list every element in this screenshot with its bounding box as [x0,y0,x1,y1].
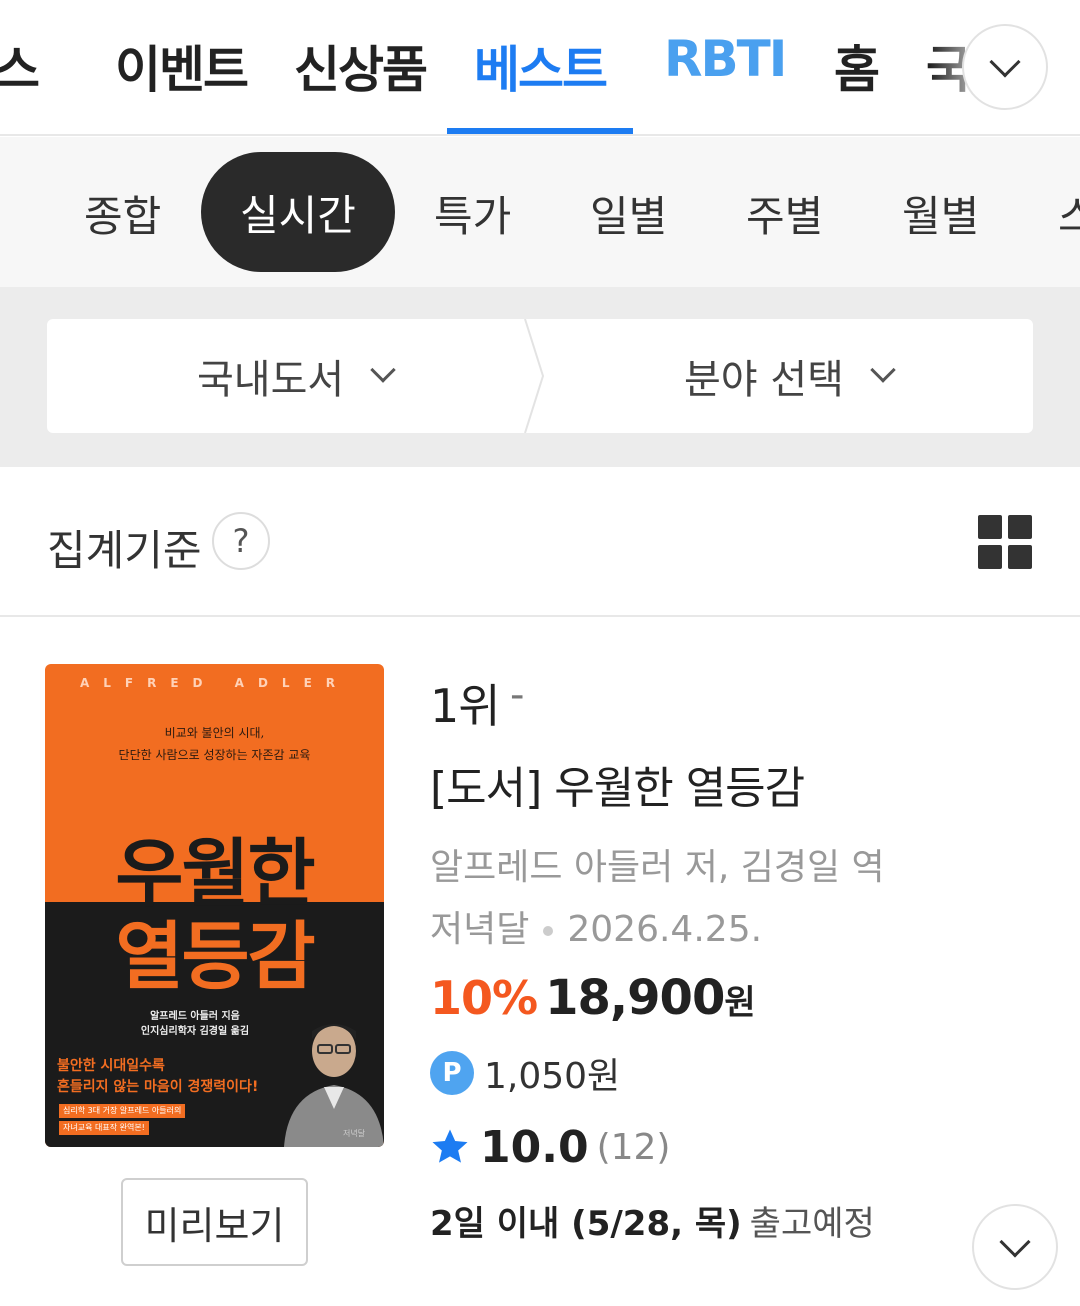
breadcrumb-divider [524,319,545,433]
price-unit: 원 [724,983,756,1023]
cover-title-line2: 열등감 [115,914,315,1000]
subtab-daily[interactable]: 일별 [590,183,667,244]
subtab-partial[interactable]: 스 [1058,183,1080,244]
publisher-name[interactable]: 저녁달 [430,909,529,950]
chevron-down-icon [370,357,396,383]
subtab-overall[interactable]: 종합 [84,183,161,244]
top-nav: 스 이벤트 신상품 베스트 RBTI 홈 국 [0,0,1080,136]
discount-rate: 10% [430,971,538,1025]
shipping-date: 2일 이내 (5/28, 목) [430,1204,742,1244]
subtab-realtime[interactable]: 실시간 [201,152,395,272]
category-select[interactable]: 국내도서 [197,319,396,433]
nav-tab-partial[interactable]: 스 [0,30,40,102]
author-photo [284,1024,384,1147]
subtab-special[interactable]: 특가 [434,183,511,244]
publisher-row: 저녁달 2026.4.25. [430,900,762,952]
nav-tab-new[interactable]: 신상품 [294,30,428,102]
field-select[interactable]: 분야 선택 [684,319,896,433]
rating-row: 10.0 (12) [430,1121,671,1173]
active-tab-indicator [447,128,633,134]
book-cover[interactable]: ALFRED ADLER 비교와 불안의 시대, 단단한 사람으로 성장하는 자… [45,664,384,1147]
expand-item-button[interactable] [972,1204,1058,1290]
filter-box: 국내도서 분야 선택 [47,319,1033,433]
cover-band-1: 심리학 3대 거장 알프레드 아들러의 [59,1104,186,1118]
grid-view-icon[interactable] [978,515,1032,569]
points-row: P 1,050원 [430,1050,621,1097]
criteria-row: 집계기준 ? [0,467,1080,617]
subtab-monthly[interactable]: 월별 [902,183,979,244]
publish-date: 2026.4.25. [567,909,763,950]
rating-score: 10.0 [480,1121,589,1173]
review-count[interactable]: (12) [597,1127,671,1168]
nav-tab-rbti[interactable]: RBTI [664,30,787,88]
star-icon [432,1129,468,1163]
nav-tab-event[interactable]: 이벤트 [115,30,249,102]
chevron-down-icon [989,46,1021,78]
sale-price: 18,900 [545,970,725,1026]
cover-tagline: 비교와 불안의 시대, 단단한 사람으로 성장하는 자존감 교육 [118,726,311,762]
preview-button[interactable]: 미리보기 [121,1178,308,1266]
reward-points: 1,050원 [484,1056,621,1097]
cover-band-2: 자녀교육 대표작 완역본! [59,1121,149,1135]
rank-label: 1위 [430,679,501,733]
shipping-status: 출고예정 [749,1204,875,1244]
field-select-label: 분야 선택 [684,357,844,403]
nav-tab-best[interactable]: 베스트 [474,30,608,102]
rank-change: - [510,672,525,718]
product-title[interactable]: [도서] 우월한 열등감 [430,752,805,816]
chevron-down-icon [999,1226,1031,1258]
ranking-period-tabs: 종합 실시간 특가 일별 주별 월별 스 [0,137,1080,287]
cover-author-en: ALFRED ADLER [79,676,350,690]
expand-nav-button[interactable] [962,24,1048,110]
price-row: 10% 18,900원 [430,970,756,1026]
category-select-label: 국내도서 [197,357,345,403]
nav-tab-home[interactable]: 홈 [834,30,880,102]
help-icon[interactable]: ? [212,512,270,570]
criteria-label: 집계기준 [47,526,202,575]
shipping-info: 2일 이내 (5/28, 목) 출고예정 [430,1196,875,1245]
point-icon: P [430,1051,474,1095]
cover-catchphrase: 불안한 시대일수록 흔들리지 않는 마음이 경쟁력이다! [57,1058,259,1095]
filter-band: 국내도서 분야 선택 [0,287,1080,467]
separator-dot [543,926,554,936]
subtab-weekly[interactable]: 주별 [746,183,823,244]
chevron-down-icon [870,357,896,383]
cover-publisher-mark: 저녁달 [343,1129,366,1138]
product-authors[interactable]: 알프레드 아들러 저, 김경일 역 [430,838,885,890]
